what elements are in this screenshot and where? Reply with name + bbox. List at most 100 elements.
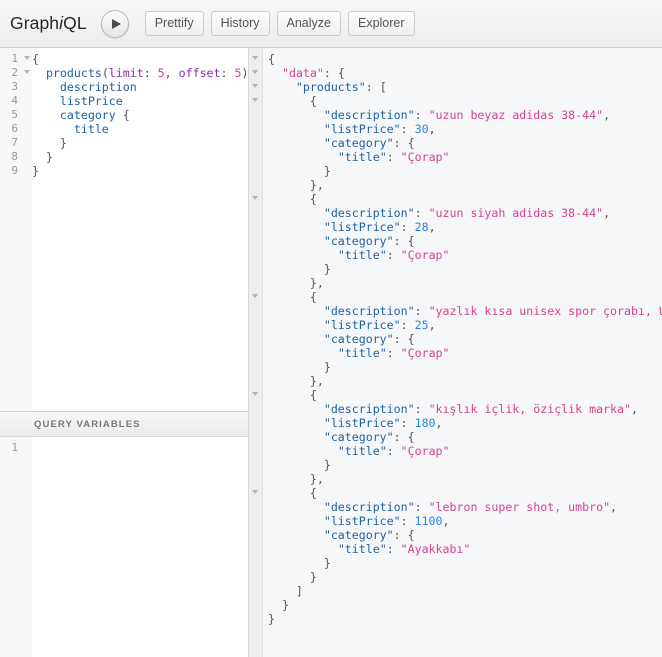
editor-line[interactable]: "title": "Çorap": [249, 150, 662, 164]
line-number: 3: [0, 80, 18, 94]
editor-line[interactable]: "title": "Ayakkabı": [249, 542, 662, 556]
editor-line[interactable]: 1{: [0, 52, 248, 66]
editor-line[interactable]: 1: [0, 441, 248, 455]
editor-line[interactable]: {: [249, 94, 662, 108]
token-punct: [268, 122, 324, 136]
query-editor[interactable]: 1{2 products(limit: 5, offset: 5) {3 des…: [0, 48, 248, 411]
fold-triangle-icon[interactable]: [252, 392, 258, 396]
analyze-button[interactable]: Analyze: [277, 11, 341, 36]
editor-line[interactable]: "description": "kışlık içlik, öziçlik ma…: [249, 402, 662, 416]
token-jnum: 25: [415, 318, 429, 332]
variables-lines[interactable]: 1: [0, 441, 248, 657]
editor-line[interactable]: "description": "lebron super shot, umbro…: [249, 500, 662, 514]
variables-codemirror[interactable]: 1: [0, 437, 248, 657]
explorer-button[interactable]: Explorer: [348, 11, 415, 36]
editor-line[interactable]: 5 category {: [0, 108, 248, 122]
execute-query-button[interactable]: [101, 10, 129, 38]
editor-line[interactable]: "description": "uzun siyah adidas 38-44"…: [249, 206, 662, 220]
token-punct: }: [268, 164, 331, 178]
editor-line[interactable]: {: [249, 388, 662, 402]
token-punct: : {: [394, 234, 415, 248]
editor-line[interactable]: },: [249, 472, 662, 486]
fold-triangle-icon[interactable]: [252, 56, 258, 60]
editor-line[interactable]: 2 products(limit: 5, offset: 5) {: [0, 66, 248, 80]
editor-line[interactable]: {: [249, 486, 662, 500]
token-punct: : [: [366, 80, 387, 94]
editor-line[interactable]: }: [249, 360, 662, 374]
editor-line[interactable]: 9}: [0, 164, 248, 178]
editor-line[interactable]: }: [249, 458, 662, 472]
editor-line[interactable]: "title": "Çorap": [249, 444, 662, 458]
editor-line[interactable]: }: [249, 262, 662, 276]
result-viewer[interactable]: { "data": { "products": [ { "description…: [249, 48, 662, 657]
result-lines[interactable]: { "data": { "products": [ { "description…: [249, 52, 662, 657]
editor-line[interactable]: "products": [: [249, 80, 662, 94]
editor-line[interactable]: "title": "Çorap": [249, 248, 662, 262]
editor-line[interactable]: "description": "uzun beyaz adidas 38-44"…: [249, 108, 662, 122]
query-lines[interactable]: 1{2 products(limit: 5, offset: 5) {3 des…: [0, 52, 248, 411]
editor-line[interactable]: "category": {: [249, 430, 662, 444]
line-code: "category": {: [262, 234, 415, 248]
token-jnum: 1100: [415, 514, 443, 528]
result-codemirror[interactable]: { "data": { "products": [ { "description…: [249, 48, 662, 657]
editor-line[interactable]: },: [249, 374, 662, 388]
line-code: }: [262, 556, 331, 570]
editor-line[interactable]: },: [249, 178, 662, 192]
token-punct: {: [32, 52, 39, 66]
editor-line[interactable]: {: [249, 290, 662, 304]
editor-line[interactable]: 8 }: [0, 150, 248, 164]
editor-line[interactable]: }: [249, 612, 662, 626]
token-punct: [32, 94, 60, 108]
editor-line[interactable]: "listPrice": 25,: [249, 318, 662, 332]
editor-line[interactable]: }: [249, 570, 662, 584]
fold-triangle-icon[interactable]: [252, 196, 258, 200]
editor-line[interactable]: "category": {: [249, 332, 662, 346]
token-key: "category": [324, 136, 394, 150]
fold-triangle-icon[interactable]: [24, 56, 30, 60]
fold-triangle-icon[interactable]: [252, 70, 258, 74]
editor-line[interactable]: "category": {: [249, 528, 662, 542]
editor-line[interactable]: "listPrice": 30,: [249, 122, 662, 136]
editor-line[interactable]: "listPrice": 180,: [249, 416, 662, 430]
editor-line[interactable]: },: [249, 276, 662, 290]
line-number: 9: [0, 164, 18, 178]
token-keytop: "data": [282, 66, 324, 80]
editor-line[interactable]: 6 title: [0, 122, 248, 136]
token-punct: :: [415, 108, 429, 122]
editor-line[interactable]: "listPrice": 28,: [249, 220, 662, 234]
editor-line[interactable]: }: [249, 556, 662, 570]
token-jnum: 180: [415, 416, 436, 430]
editor-line[interactable]: 4 listPrice: [0, 94, 248, 108]
prettify-button[interactable]: Prettify: [145, 11, 204, 36]
editor-line[interactable]: "listPrice": 1100,: [249, 514, 662, 528]
editor-line[interactable]: {: [249, 52, 662, 66]
editor-line[interactable]: "category": {: [249, 136, 662, 150]
token-str: "Çorap": [401, 150, 450, 164]
token-punct: ,: [429, 318, 436, 332]
editor-line[interactable]: "description": "yazlık kısa unisex spor …: [249, 304, 662, 318]
editor-line[interactable]: ]: [249, 584, 662, 598]
fold-triangle-icon[interactable]: [24, 70, 30, 74]
token-punct: ,: [610, 500, 617, 514]
editor-line[interactable]: {: [249, 192, 662, 206]
fold-triangle-icon[interactable]: [252, 84, 258, 88]
query-codemirror[interactable]: 1{2 products(limit: 5, offset: 5) {3 des…: [0, 48, 248, 411]
editor-line[interactable]: "data": {: [249, 66, 662, 80]
editor-line[interactable]: }: [249, 164, 662, 178]
editor-line[interactable]: }: [249, 598, 662, 612]
line-code: "title": "Çorap": [262, 248, 450, 262]
fold-triangle-icon[interactable]: [252, 294, 258, 298]
fold-triangle-icon[interactable]: [252, 490, 258, 494]
editor-line[interactable]: "title": "Çorap": [249, 346, 662, 360]
fold-triangle-icon[interactable]: [252, 98, 258, 102]
query-variables-editor[interactable]: 1: [0, 437, 248, 657]
token-key: "products": [296, 80, 366, 94]
line-number: 1: [0, 441, 18, 455]
editor-line[interactable]: 3 description: [0, 80, 248, 94]
query-variables-header[interactable]: QUERY VARIABLES: [0, 411, 248, 437]
token-field: title: [74, 122, 109, 136]
token-punct: ,: [603, 206, 610, 220]
editor-line[interactable]: 7 }: [0, 136, 248, 150]
history-button[interactable]: History: [211, 11, 270, 36]
editor-line[interactable]: "category": {: [249, 234, 662, 248]
